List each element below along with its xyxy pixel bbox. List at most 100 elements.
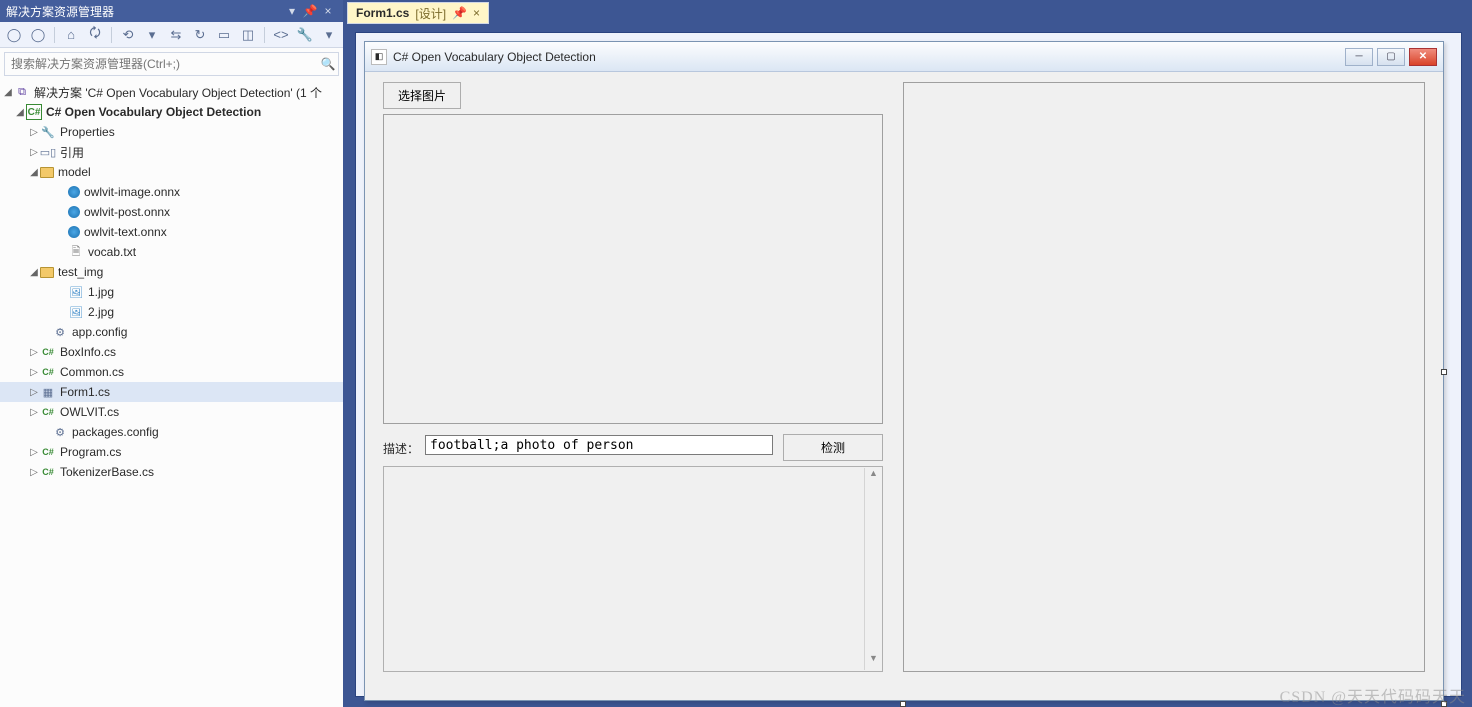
file-node[interactable]: ▷owlvit-post.onnx: [0, 202, 343, 222]
tab-filename: Form1.cs: [356, 6, 409, 20]
maximize-button[interactable]: ▢: [1377, 48, 1405, 66]
panel-dropdown-icon[interactable]: ▾: [283, 4, 301, 18]
resize-handle[interactable]: [1441, 369, 1447, 375]
expand-icon[interactable]: ▷: [28, 147, 40, 158]
file-node[interactable]: ▷C#TokenizerBase.cs: [0, 462, 343, 482]
expand-icon[interactable]: ▷: [28, 467, 40, 478]
expand-icon[interactable]: ▷: [28, 127, 40, 138]
solution-explorer-panel: 解决方案资源管理器 ▾ 📌 × ◯ ◯ ⌂ 🗘 ⟲ ▾ ⇆ ↻ ▭ ◫ <> 🔧…: [0, 0, 345, 707]
file-label: app.config: [72, 325, 127, 339]
nav-icon[interactable]: ⇆: [166, 25, 186, 45]
description-input[interactable]: [425, 435, 773, 455]
form-titlebar: ◧ C# Open Vocabulary Object Detection ─ …: [365, 42, 1443, 72]
file-label: vocab.txt: [88, 245, 136, 259]
solution-explorer-toolbar: ◯ ◯ ⌂ 🗘 ⟲ ▾ ⇆ ↻ ▭ ◫ <> 🔧 ▾: [0, 22, 343, 48]
pin-icon[interactable]: 📌: [452, 6, 467, 20]
expand-icon[interactable]: ▷: [28, 367, 40, 378]
expand-icon[interactable]: ◢: [28, 267, 40, 278]
file-node[interactable]: ▷C#OWLVIT.cs: [0, 402, 343, 422]
file-node[interactable]: ▷owlvit-text.onnx: [0, 222, 343, 242]
file-label: packages.config: [72, 425, 159, 439]
file-node[interactable]: ▷C#Program.cs: [0, 442, 343, 462]
file-node[interactable]: ▷🖼1.jpg: [0, 282, 343, 302]
scroll-down-icon[interactable]: ▼: [865, 653, 882, 670]
select-image-button[interactable]: 选择图片: [383, 82, 461, 109]
dropdown2-icon[interactable]: ▾: [319, 25, 339, 45]
references-label: 引用: [60, 144, 84, 161]
expand-icon[interactable]: ▷: [28, 347, 40, 358]
output-textarea[interactable]: ▲ ▼: [383, 466, 883, 672]
sync-icon[interactable]: 🗘: [85, 25, 105, 45]
file-node[interactable]: ▷C#BoxInfo.cs: [0, 342, 343, 362]
resize-handle[interactable]: [900, 701, 906, 707]
solution-tree[interactable]: ◢ ⧉ 解决方案 'C# Open Vocabulary Object Dete…: [0, 80, 343, 707]
back-icon[interactable]: ◯: [4, 25, 24, 45]
designer-surface[interactable]: ◧ C# Open Vocabulary Object Detection ─ …: [355, 32, 1462, 697]
minimize-button[interactable]: ─: [1345, 48, 1373, 66]
detect-button[interactable]: 检测: [783, 434, 883, 461]
viewcode-icon[interactable]: <>: [271, 25, 291, 45]
form-file-icon: ▦: [40, 384, 56, 400]
tab-form1-design[interactable]: Form1.cs [设计] 📌 ×: [347, 2, 489, 24]
resize-handle[interactable]: [1441, 701, 1447, 707]
image-file-icon: 🖼: [68, 284, 84, 300]
properties-node[interactable]: ▷ 🔧 Properties: [0, 122, 343, 142]
refresh-icon[interactable]: ↻: [190, 25, 210, 45]
app-icon: ◧: [371, 49, 387, 65]
close-tab-icon[interactable]: ×: [473, 6, 480, 20]
csharp-file-icon: C#: [40, 364, 56, 380]
file-label: 2.jpg: [88, 305, 114, 319]
file-node[interactable]: ▷C# Common.cs: [0, 362, 343, 382]
history-icon[interactable]: ⟲: [118, 25, 138, 45]
solution-node[interactable]: ◢ ⧉ 解决方案 'C# Open Vocabulary Object Dete…: [0, 82, 343, 102]
file-node[interactable]: ▷⚙packages.config: [0, 422, 343, 442]
csharp-file-icon: C#: [40, 344, 56, 360]
dropdown-icon[interactable]: ▾: [142, 25, 162, 45]
onnx-icon: [68, 206, 80, 218]
file-node[interactable]: ▷⚙app.config: [0, 322, 343, 342]
file-node-form1[interactable]: ▷▦ Form1.cs: [0, 382, 343, 402]
scrollbar[interactable]: ▲ ▼: [864, 468, 881, 670]
search-icon[interactable]: 🔍: [318, 57, 338, 71]
folder-label: model: [58, 165, 91, 179]
expand-icon[interactable]: ◢: [28, 167, 40, 178]
wrench-icon: 🔧: [40, 124, 56, 140]
project-label: C# Open Vocabulary Object Detection: [46, 105, 261, 119]
result-panel[interactable]: [903, 82, 1425, 672]
expand-icon[interactable]: ◢: [14, 107, 26, 118]
config-file-icon: ⚙: [52, 424, 68, 440]
search-input[interactable]: [5, 55, 318, 73]
file-node[interactable]: ▷owlvit-image.onnx: [0, 182, 343, 202]
home-icon[interactable]: ⌂: [61, 25, 81, 45]
expand-icon[interactable]: ▷: [28, 387, 40, 398]
expand-icon[interactable]: ▷: [28, 447, 40, 458]
image-preview-panel[interactable]: [383, 114, 883, 424]
expand-icon[interactable]: ▷: [28, 407, 40, 418]
file-label: Common.cs: [60, 365, 124, 379]
panel-close-icon[interactable]: ×: [319, 4, 337, 18]
showall-icon[interactable]: ◫: [238, 25, 258, 45]
csharp-project-icon: C#: [26, 104, 42, 120]
close-button[interactable]: ✕: [1409, 48, 1437, 66]
properties-icon[interactable]: 🔧: [295, 25, 315, 45]
references-node[interactable]: ▷ ▭▯ 引用: [0, 142, 343, 162]
file-node[interactable]: ▷🗎vocab.txt: [0, 242, 343, 262]
panel-pin-icon[interactable]: 📌: [301, 4, 319, 18]
scroll-up-icon[interactable]: ▲: [865, 468, 882, 485]
forward-icon[interactable]: ◯: [28, 25, 48, 45]
expand-icon[interactable]: ◢: [2, 87, 14, 98]
winform-preview[interactable]: ◧ C# Open Vocabulary Object Detection ─ …: [364, 41, 1444, 701]
model-folder-node[interactable]: ◢ model: [0, 162, 343, 182]
folder-icon: [40, 167, 54, 178]
editor-area: Form1.cs [设计] 📌 × ◧ C# Open Vocabulary O…: [345, 0, 1472, 707]
solution-search[interactable]: 🔍: [4, 52, 339, 76]
file-node[interactable]: ▷🖼2.jpg: [0, 302, 343, 322]
collapse-icon[interactable]: ▭: [214, 25, 234, 45]
solution-label: 解决方案 'C# Open Vocabulary Object Detectio…: [34, 84, 322, 101]
testimg-folder-node[interactable]: ◢ test_img: [0, 262, 343, 282]
references-icon: ▭▯: [40, 144, 56, 160]
panel-title: 解决方案资源管理器: [6, 3, 283, 20]
project-node[interactable]: ◢ C# C# Open Vocabulary Object Detection: [0, 102, 343, 122]
onnx-icon: [68, 226, 80, 238]
file-label: Form1.cs: [60, 385, 110, 399]
